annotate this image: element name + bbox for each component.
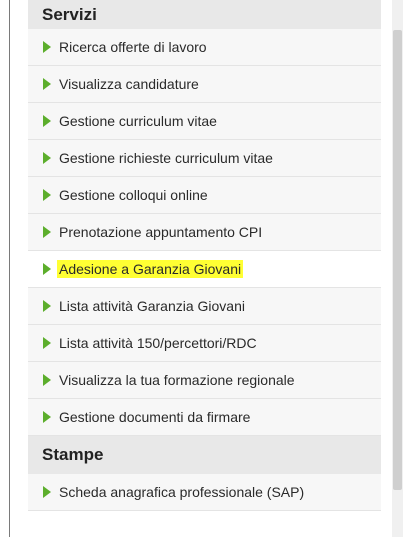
services-panel: Servizi Ricerca offerte di lavoro Visual… (28, 0, 381, 537)
menu-item-gestione-colloqui[interactable]: Gestione colloqui online (28, 177, 381, 214)
menu-item-label: Visualizza la tua formazione regionale (59, 372, 295, 388)
scrollbar-thumb[interactable] (393, 30, 402, 490)
vertical-scrollbar[interactable] (392, 0, 403, 537)
green-arrow-icon (43, 115, 51, 127)
menu-item-scheda-sap[interactable]: Scheda anagrafica professionale (SAP) (28, 474, 381, 511)
menu-item-gestione-curriculum[interactable]: Gestione curriculum vitae (28, 103, 381, 140)
green-arrow-icon (43, 189, 51, 201)
green-arrow-icon (43, 300, 51, 312)
green-arrow-icon (43, 152, 51, 164)
section-title-servizi: Servizi (42, 5, 97, 24)
menu-item-label: Scheda anagrafica professionale (SAP) (59, 484, 305, 500)
menu-item-documenti-firmare[interactable]: Gestione documenti da firmare (28, 399, 381, 436)
menu-item-label: Gestione colloqui online (59, 187, 208, 203)
section-header-stampe: Stampe (28, 436, 381, 474)
green-arrow-icon (43, 226, 51, 238)
menu-item-visualizza-candidature[interactable]: Visualizza candidature (28, 66, 381, 103)
menu-item-label: Gestione documenti da firmare (59, 409, 251, 425)
section-title-stampe: Stampe (42, 445, 104, 464)
menu-item-lista-garanzia-giovani[interactable]: Lista attività Garanzia Giovani (28, 288, 381, 325)
servizi-menu: Ricerca offerte di lavoro Visualizza can… (28, 29, 381, 436)
stampe-menu: Scheda anagrafica professionale (SAP) (28, 474, 381, 511)
menu-item-lista-150-percettori[interactable]: Lista attività 150/percettori/RDC (28, 325, 381, 362)
menu-item-prenotazione-cpi[interactable]: Prenotazione appuntamento CPI (28, 214, 381, 251)
menu-item-label: Lista attività Garanzia Giovani (59, 298, 245, 314)
green-arrow-icon (43, 78, 51, 90)
menu-item-label: Gestione richieste curriculum vitae (59, 150, 273, 166)
menu-item-label: Prenotazione appuntamento CPI (59, 224, 263, 240)
menu-item-label-highlighted: Adesione a Garanzia Giovani (57, 260, 244, 278)
menu-item-adesione-garanzia-giovani[interactable]: Adesione a Garanzia Giovani (28, 251, 381, 288)
menu-item-label: Gestione curriculum vitae (59, 113, 217, 129)
green-arrow-icon (43, 41, 51, 53)
menu-item-ricerca-offerte[interactable]: Ricerca offerte di lavoro (28, 29, 381, 66)
green-arrow-icon (43, 411, 51, 423)
menu-item-formazione-regionale[interactable]: Visualizza la tua formazione regionale (28, 362, 381, 399)
section-header-servizi: Servizi (28, 0, 381, 29)
green-arrow-icon (43, 374, 51, 386)
green-arrow-icon (43, 486, 51, 498)
green-arrow-icon (43, 337, 51, 349)
menu-frame: Servizi Ricerca offerte di lavoro Visual… (0, 0, 414, 537)
menu-item-label: Visualizza candidature (59, 76, 199, 92)
menu-item-label: Ricerca offerte di lavoro (59, 39, 207, 55)
menu-item-gestione-richieste-cv[interactable]: Gestione richieste curriculum vitae (28, 140, 381, 177)
green-arrow-icon (43, 263, 51, 275)
menu-item-label: Lista attività 150/percettori/RDC (59, 335, 257, 351)
